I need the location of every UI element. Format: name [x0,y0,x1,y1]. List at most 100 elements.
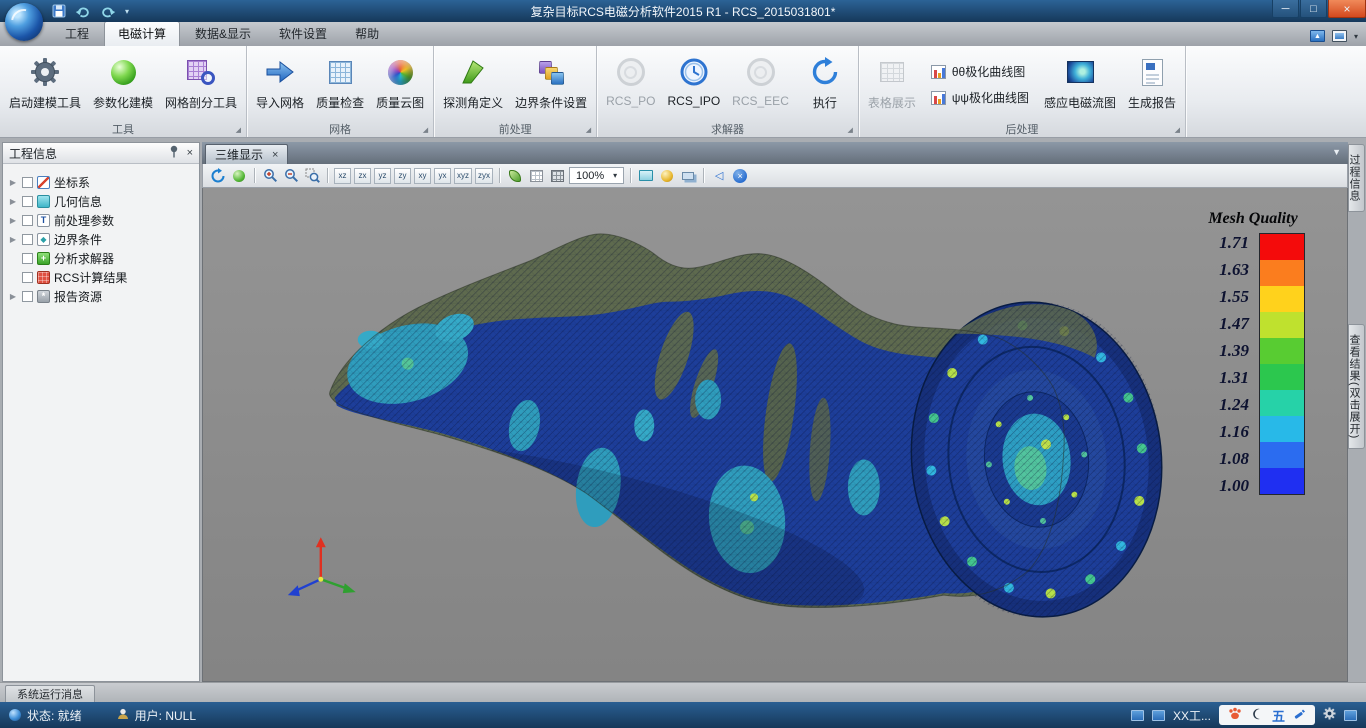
quick-access-dropdown-icon[interactable]: ▾ [125,7,129,16]
snapshot-icon[interactable] [637,167,655,185]
view-axis-button[interactable]: zx [354,168,371,184]
expander-icon[interactable]: ▶ [8,197,18,206]
theta-polarization-curve-button[interactable]: θθ极化曲线图 [927,61,1033,82]
settings-gear-icon[interactable] [1323,707,1336,723]
expander-icon[interactable]: ▶ [8,235,18,244]
expander-icon[interactable]: ▶ [8,178,18,187]
ribbon-options-chevron-icon[interactable]: ▾ [1354,32,1358,41]
view-axis-button[interactable]: xy [414,168,431,184]
expander-icon[interactable]: ▶ [8,216,18,225]
dialog-launcher-icon[interactable]: ◢ [586,126,591,134]
pen-icon[interactable] [1294,708,1306,723]
view-results-side-tab[interactable]: 查看结果(双击展开) [1348,324,1365,449]
tree-item-geometry-info[interactable]: ▶ 几何信息 [8,192,199,211]
light-icon[interactable] [658,167,676,185]
legend-color-cell [1260,390,1304,416]
mesh-partition-tool-button[interactable]: 网格剖分工具 [159,49,243,120]
tray-display-icon[interactable] [1152,710,1165,721]
generate-report-button[interactable]: 生成报告 [1122,49,1182,120]
undo-icon[interactable] [75,5,91,18]
view-axis-button[interactable]: yz [374,168,391,184]
tree-item-rcs-results[interactable]: ▶ RCS计算结果 [8,268,199,287]
render-leaf-icon[interactable] [506,167,524,185]
rcs-po-button[interactable]: RCS_PO [600,49,661,120]
import-mesh-button[interactable]: 导入网格 [250,49,310,120]
system-messages-tab[interactable]: 系统运行消息 [5,685,95,702]
view-axis-button[interactable]: xyz [454,168,472,184]
zoom-select[interactable]: 100% ▾ [569,167,624,184]
zoom-in-icon[interactable] [261,167,279,185]
process-info-side-tab[interactable]: 过程信息 [1348,144,1365,212]
tab-help[interactable]: 帮助 [342,22,392,46]
tree-item-coordinate-system[interactable]: ▶ 坐标系 [8,173,199,192]
quality-cloud-map-button[interactable]: 质量云图 [370,49,430,120]
tree-item-analysis-solver[interactable]: ▶ + 分析求解器 [8,249,199,268]
legend-value: 1.39 [1201,338,1259,365]
maximize-button[interactable]: □ [1300,0,1327,18]
expander-icon[interactable]: ▶ [8,292,18,301]
parametric-modeling-button[interactable]: 参数化建模 [87,49,159,120]
table-display-button[interactable]: 表格展示 [862,49,922,120]
boundary-condition-button[interactable]: 边界条件设置 [509,49,593,120]
checkbox[interactable] [22,215,33,226]
checkbox[interactable] [22,253,33,264]
tree-item-report-resources[interactable]: ▶ * 报告资源 [8,287,199,306]
legend-value: 1.16 [1201,419,1259,446]
redo-icon[interactable] [100,5,116,18]
model-3d[interactable] [203,188,1347,681]
tray-display-icon[interactable] [1344,710,1357,721]
tab-project[interactable]: 工程 [52,22,102,46]
minimize-button[interactable]: ─ [1272,0,1299,18]
induced-em-current-map-button[interactable]: 感应电磁流图 [1038,49,1122,120]
ime-mode-label[interactable]: 五 [1272,706,1285,725]
close-button[interactable]: × [1328,0,1366,18]
view-axis-button[interactable]: zy [394,168,411,184]
display-icon[interactable] [1332,30,1347,42]
dialog-launcher-icon[interactable]: ◢ [236,126,241,134]
view-axis-button[interactable]: yx [434,168,451,184]
panel-close-icon[interactable]: × [187,147,193,159]
close-view-icon[interactable]: × [731,167,749,185]
rcs-eec-button[interactable]: RCS_EEC [726,49,795,120]
viewport-3d[interactable]: Mesh Quality 1.71 1.63 1.55 1.47 1.39 1.… [202,188,1348,682]
checkbox[interactable] [22,291,33,302]
dialog-launcher-icon[interactable]: ◢ [423,126,428,134]
orbit-icon[interactable] [209,167,227,185]
view-axis-button[interactable]: xz [334,168,351,184]
view-axis-button[interactable]: zyx [475,168,493,184]
launch-modeling-tool-button[interactable]: 启动建模工具 [3,49,87,120]
wireframe-icon[interactable] [527,167,545,185]
tab-3d-display[interactable]: 三维显示 × [205,144,288,164]
quality-check-button[interactable]: 质量检查 [310,49,370,120]
tray-display-icon[interactable] [1131,710,1144,721]
save-icon[interactable] [52,4,66,18]
moon-icon[interactable] [1251,708,1263,723]
dialog-launcher-icon[interactable]: ◢ [847,126,852,134]
checkbox[interactable] [22,177,33,188]
tab-em-calculation[interactable]: 电磁计算 [104,21,180,46]
probe-angle-button[interactable]: 探测角定义 [437,49,509,120]
tab-list-chevron-icon[interactable]: ▼ [1332,147,1341,157]
checkbox[interactable] [22,234,33,245]
tree-item-preprocess-params[interactable]: ▶ T 前处理参数 [8,211,199,230]
psi-polarization-curve-button[interactable]: ψψ极化曲线图 [927,87,1033,108]
execute-button[interactable]: 执行 [795,49,855,120]
tree-item-boundary-conditions[interactable]: ▶ ◆ 边界条件 [8,230,199,249]
paw-icon[interactable] [1228,707,1242,723]
tab-data-display[interactable]: 数据&显示 [182,22,264,46]
checkbox[interactable] [22,196,33,207]
pin-icon[interactable] [169,145,179,161]
shaded-mode-icon[interactable] [230,167,248,185]
rcs-ipo-button[interactable]: RCS_IPO [661,49,726,120]
zoom-out-icon[interactable] [282,167,300,185]
layers-icon[interactable] [679,167,697,185]
back-arrow-icon[interactable]: ◁ [710,167,728,185]
tab-close-icon[interactable]: × [272,149,278,161]
checkbox[interactable] [22,272,33,283]
dialog-launcher-icon[interactable]: ◢ [1175,126,1180,134]
tab-software-settings[interactable]: 软件设置 [266,22,340,46]
ime-toolbar[interactable]: 五 [1219,705,1315,725]
panel-up-icon[interactable]: ▲ [1310,30,1325,42]
grid-icon[interactable] [548,167,566,185]
zoom-window-icon[interactable] [303,167,321,185]
